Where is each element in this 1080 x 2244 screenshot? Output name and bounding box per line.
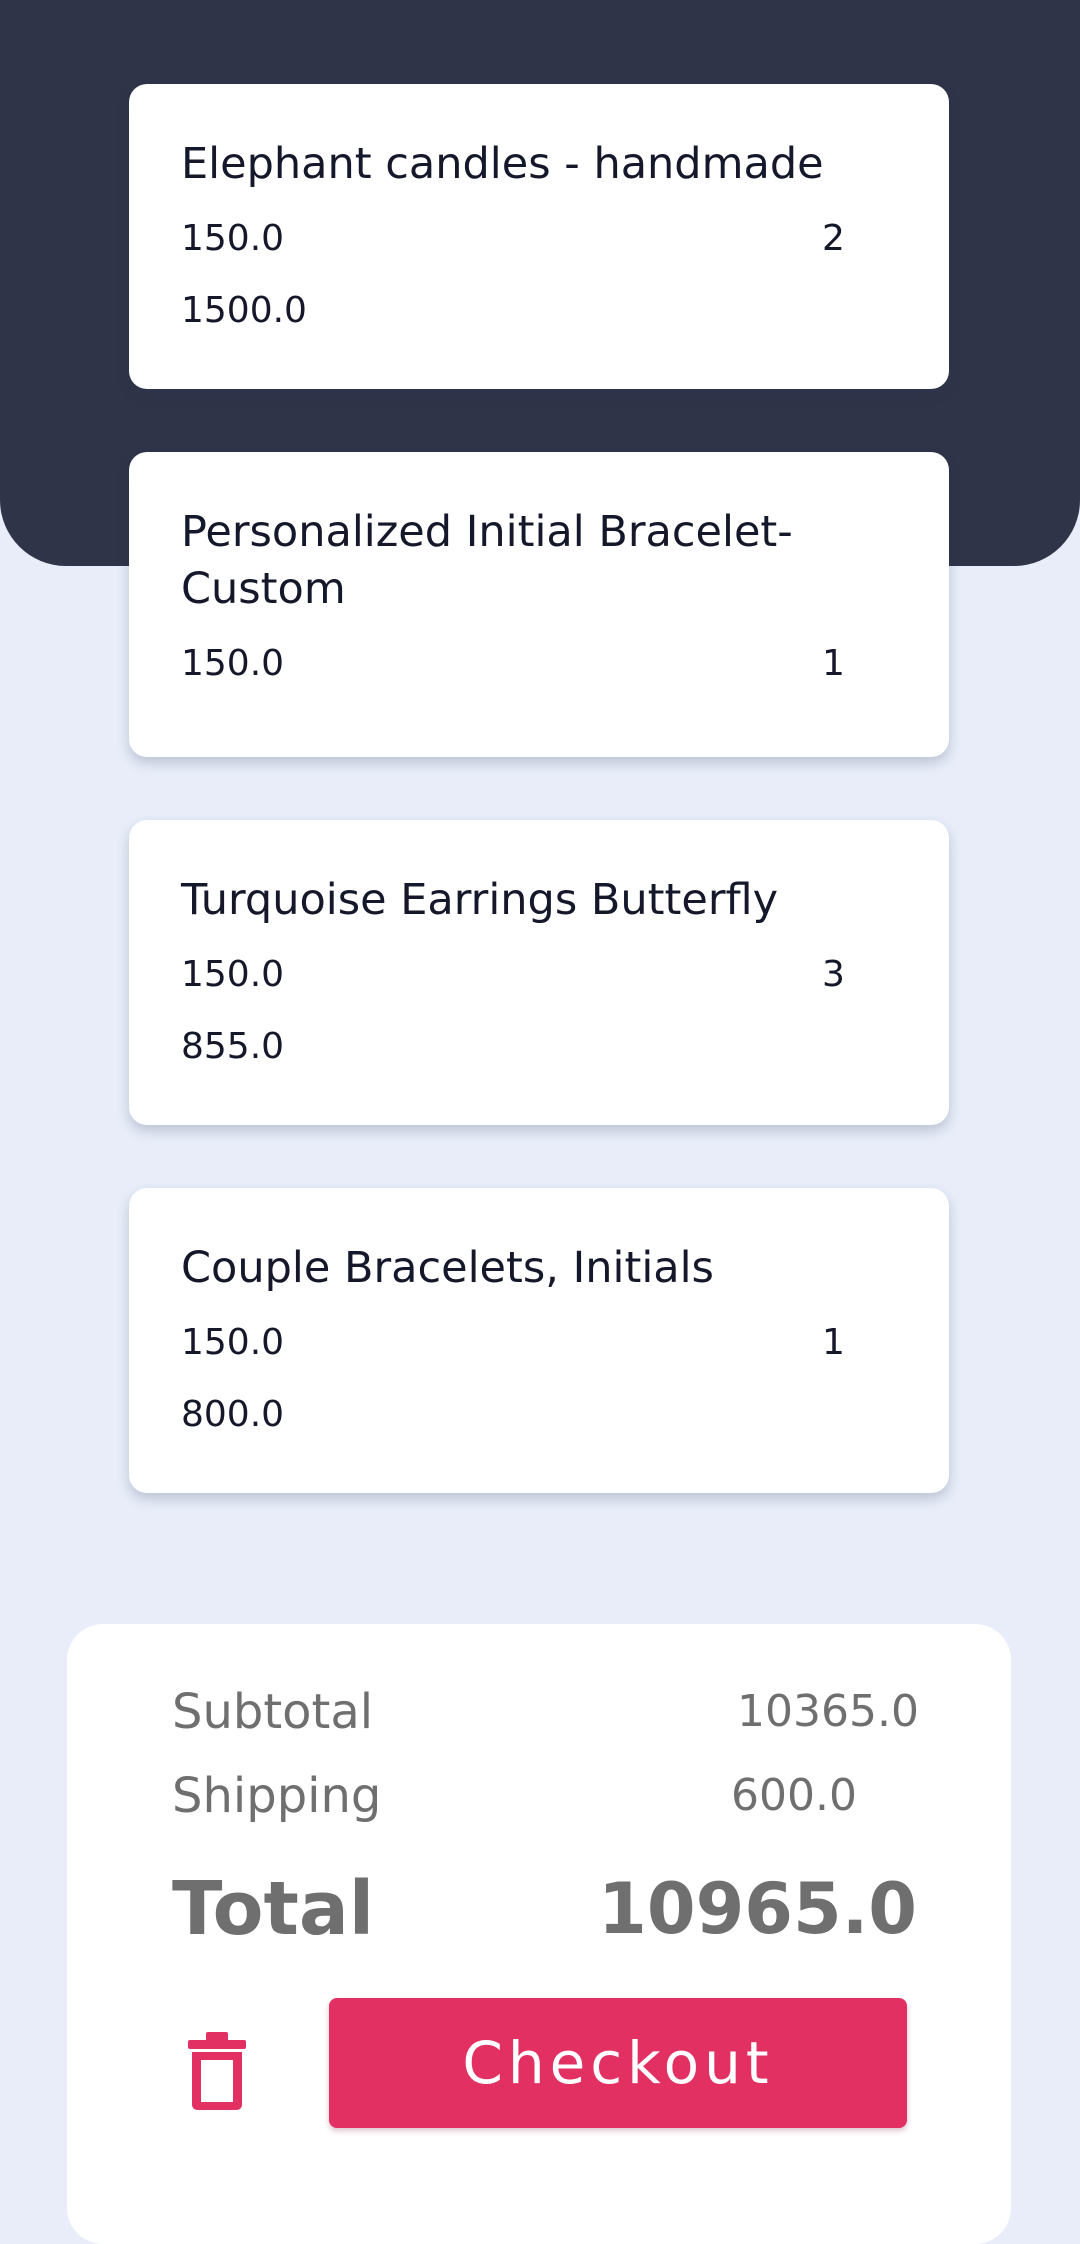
cart-item-card[interactable]: Turquoise Earrings Butterfly 150.0 3 855… bbox=[129, 820, 949, 1125]
clear-cart-button[interactable] bbox=[172, 2022, 262, 2118]
cart-item-card[interactable]: Couple Bracelets, Initials 150.0 1 800.0 bbox=[129, 1188, 949, 1493]
item-total: 1500.0 bbox=[181, 290, 307, 331]
cart-item-card[interactable]: Elephant candles - handmade 150.0 2 1500… bbox=[129, 84, 949, 389]
item-quantity: 2 bbox=[822, 218, 845, 259]
item-total: 855.0 bbox=[181, 1026, 285, 1067]
item-price: 150.0 bbox=[181, 218, 285, 259]
total-value: 10965.0 bbox=[598, 1868, 917, 1950]
item-name: Turquoise Earrings Butterfly bbox=[181, 875, 779, 925]
total-label: Total bbox=[172, 1866, 375, 1952]
item-name: Elephant candles - handmade bbox=[181, 139, 824, 189]
cart-item-card[interactable]: Personalized Initial Bracelet-Custom 150… bbox=[129, 452, 949, 757]
order-summary-card: Subtotal 10365.0 Shipping 600.0 Total 10… bbox=[67, 1624, 1011, 2244]
shipping-label: Shipping bbox=[172, 1768, 382, 1824]
item-quantity: 1 bbox=[822, 643, 845, 684]
checkout-button[interactable]: Checkout bbox=[329, 1998, 907, 2128]
trash-icon bbox=[188, 2032, 246, 2110]
shipping-value: 600.0 bbox=[731, 1770, 857, 1821]
item-price: 150.0 bbox=[181, 1322, 285, 1363]
item-name: Couple Bracelets, Initials bbox=[181, 1243, 714, 1293]
subtotal-value: 10365.0 bbox=[737, 1686, 919, 1737]
item-total: 800.0 bbox=[181, 1394, 285, 1435]
item-quantity: 1 bbox=[822, 1322, 845, 1363]
item-price: 150.0 bbox=[181, 643, 285, 684]
item-name: Personalized Initial Bracelet-Custom bbox=[181, 507, 793, 614]
subtotal-label: Subtotal bbox=[172, 1684, 374, 1740]
item-quantity: 3 bbox=[822, 954, 845, 995]
item-price: 150.0 bbox=[181, 954, 285, 995]
